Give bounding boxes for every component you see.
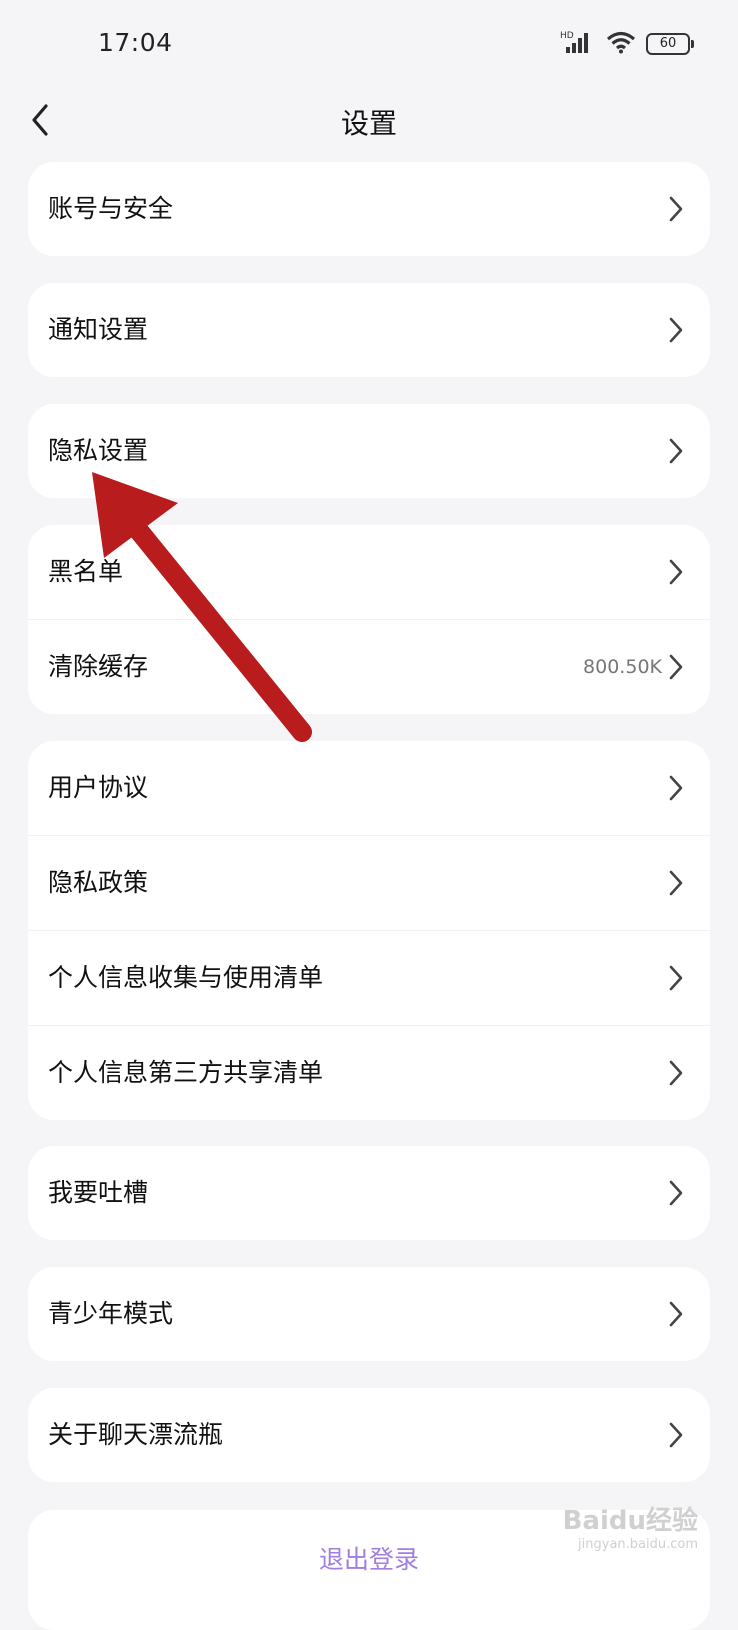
settings-row-label: 清除缓存 — [48, 652, 149, 681]
chevron-right-icon — [669, 559, 683, 585]
settings-card: 账号与安全 — [28, 162, 710, 256]
chevron-right-icon — [669, 196, 683, 222]
watermark-brand: Baidu经验 — [562, 1506, 698, 1536]
settings-row[interactable]: 账号与安全 — [28, 162, 710, 256]
settings-row[interactable]: 关于聊天漂流瓶 — [28, 1388, 710, 1482]
page-title: 设置 — [340, 107, 397, 140]
settings-row[interactable]: 青少年模式 — [28, 1267, 710, 1361]
settings-row[interactable]: 隐私设置 — [28, 404, 710, 498]
chevron-right-icon — [669, 1180, 683, 1206]
chevron-right-icon — [669, 654, 683, 680]
settings-row[interactable]: 通知设置 — [28, 283, 710, 377]
chevron-right-icon — [669, 775, 683, 801]
settings-row-label: 青少年模式 — [48, 1299, 174, 1328]
wifi-icon — [606, 30, 636, 58]
status-icons: HD 60 — [560, 29, 694, 59]
nav-bar: 设置 — [0, 88, 738, 158]
settings-card: 通知设置 — [28, 283, 710, 377]
settings-row-label: 关于聊天漂流瓶 — [48, 1420, 224, 1449]
settings-row-value: 800.50K — [583, 656, 662, 678]
settings-card: 隐私设置 — [28, 404, 710, 498]
settings-card: 我要吐槽 — [28, 1146, 710, 1240]
network-type-label: HD — [560, 31, 574, 41]
settings-card: 黑名单清除缓存 800.50K — [28, 525, 710, 714]
settings-row-label: 个人信息收集与使用清单 — [48, 963, 324, 992]
settings-row[interactable]: 个人信息第三方共享清单 — [28, 1025, 710, 1120]
settings-row-label: 用户协议 — [48, 773, 149, 802]
chevron-right-icon — [669, 965, 683, 991]
signal-icon: HD — [560, 29, 596, 59]
settings-row[interactable]: 用户协议 — [28, 741, 710, 835]
settings-card: 青少年模式 — [28, 1267, 710, 1361]
settings-row-label: 隐私政策 — [48, 868, 149, 897]
chevron-right-icon — [669, 317, 683, 343]
chevron-right-icon — [669, 870, 683, 896]
watermark-url: jingyan.baidu.com — [578, 1537, 698, 1552]
settings-row-label: 黑名单 — [48, 557, 124, 586]
status-time: 17:04 — [98, 28, 173, 57]
chevron-right-icon — [669, 1301, 683, 1327]
battery-icon: 60 — [646, 33, 694, 55]
settings-row-label: 通知设置 — [48, 315, 149, 344]
settings-row[interactable]: 黑名单 — [28, 525, 710, 619]
watermark: Baidu经验 jingyan.baidu.com — [563, 1500, 698, 1552]
settings-row-label: 隐私设置 — [48, 436, 149, 465]
settings-row[interactable]: 我要吐槽 — [28, 1146, 710, 1240]
settings-row[interactable]: 个人信息收集与使用清单 — [28, 930, 710, 1025]
settings-row-label: 我要吐槽 — [48, 1178, 149, 1207]
settings-card: 关于聊天漂流瓶 — [28, 1388, 710, 1482]
chevron-right-icon — [669, 1422, 683, 1448]
chevron-right-icon — [669, 1060, 683, 1086]
settings-row[interactable]: 隐私政策 — [28, 835, 710, 930]
settings-row[interactable]: 清除缓存 800.50K — [28, 619, 710, 714]
status-bar: 17:04 HD 60 — [0, 0, 738, 88]
settings-card: 用户协议隐私政策个人信息收集与使用清单 个人信息第三方共享清单 — [28, 741, 710, 1120]
chevron-right-icon — [669, 438, 683, 464]
settings-row-label: 账号与安全 — [48, 194, 174, 223]
settings-row-label: 个人信息第三方共享清单 — [48, 1058, 324, 1087]
